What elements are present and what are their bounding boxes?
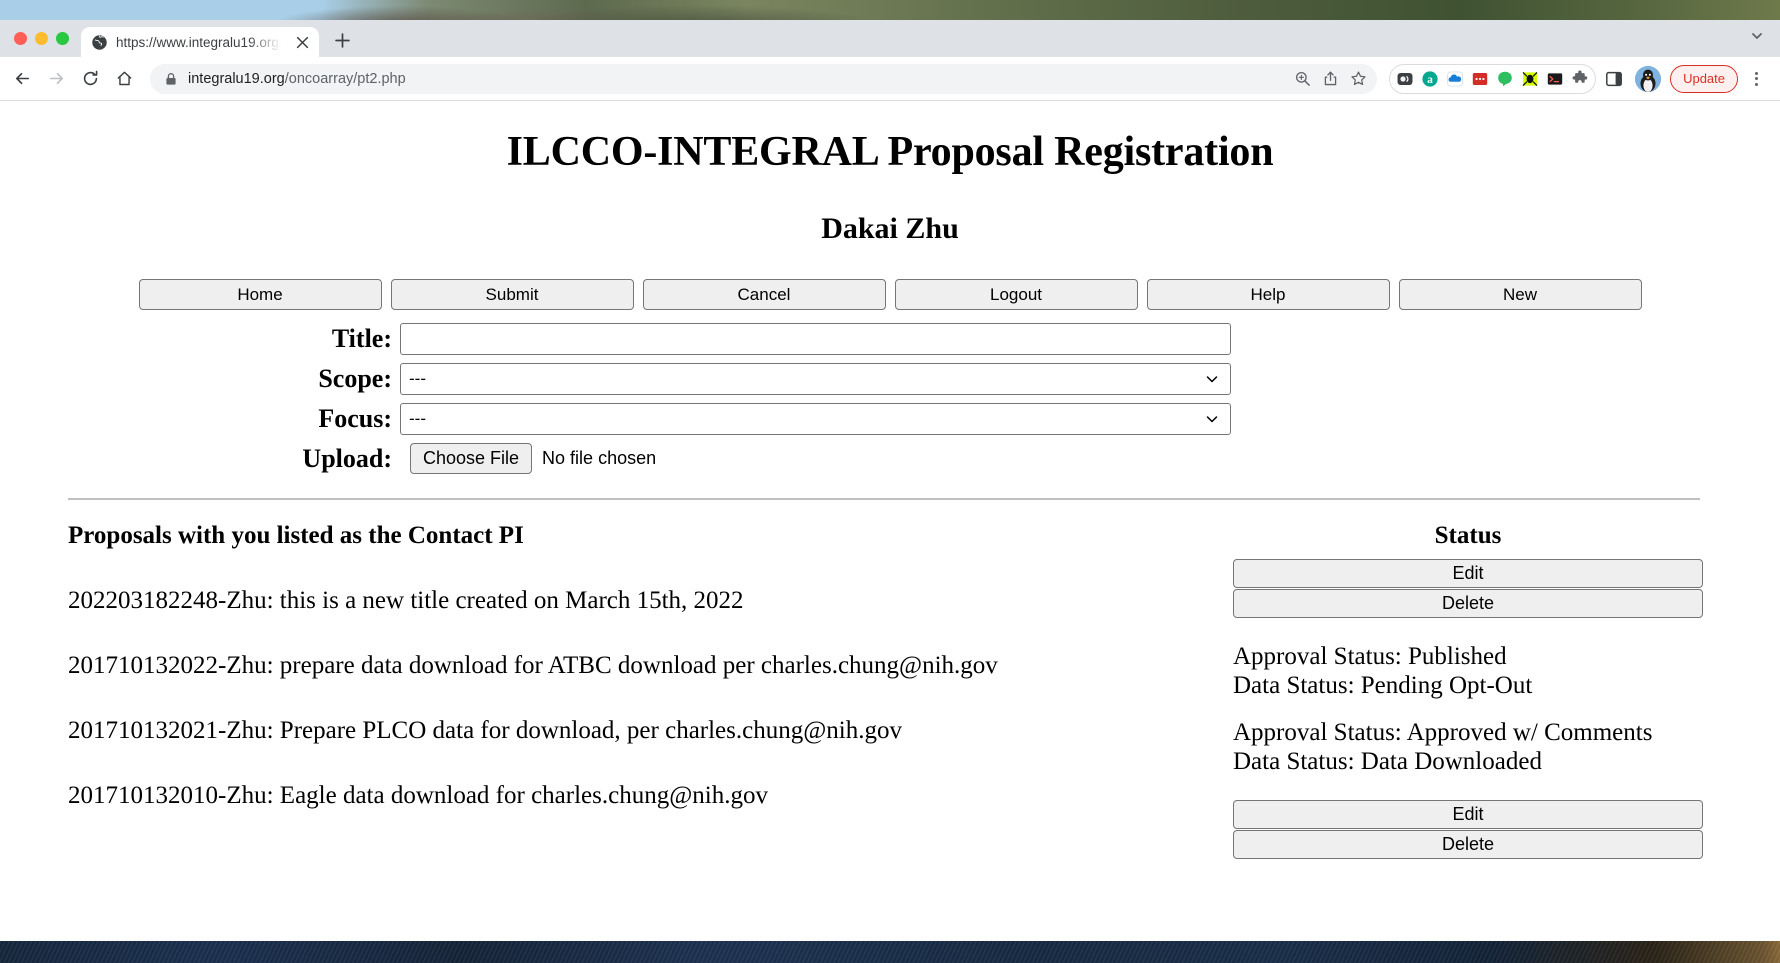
approval-status-text: Approval Status: Approved w/ Comments: [1233, 719, 1653, 746]
upload-row: Upload: Choose File No file chosen: [293, 443, 1780, 474]
user-name: Dakai Zhu: [821, 212, 959, 245]
browser-window: https://www.integralu19.org/on integralu…: [0, 20, 1780, 941]
new-tab-button[interactable]: [327, 25, 357, 55]
window-controls: [10, 20, 81, 57]
cancel-button[interactable]: Cancel: [642, 279, 886, 310]
section-divider: [68, 498, 1700, 500]
minimize-window-button[interactable]: [35, 32, 48, 45]
proposal-form: Title: Scope: --- Focus: --- Upload: Cho…: [0, 323, 1780, 474]
focus-label: Focus:: [318, 404, 392, 433]
list-item[interactable]: 201710132021-Zhu: Prepare PLCO data for …: [68, 717, 1218, 745]
scope-label: Scope:: [318, 364, 392, 393]
focus-select[interactable]: ---: [400, 403, 1231, 435]
lastpass-extension-icon[interactable]: [1468, 67, 1492, 91]
tab-strip-right: [1750, 20, 1772, 57]
profile-avatar[interactable]: [1635, 65, 1662, 92]
list-item[interactable]: 201710132010-Zhu: Eagle data download fo…: [68, 782, 1218, 810]
data-status-text: Data Status: Data Downloaded: [1233, 747, 1542, 775]
browser-tab[interactable]: https://www.integralu19.org/on: [81, 27, 319, 58]
status-entry: Approval Status: Approved w/ Comments Da…: [1233, 719, 1703, 776]
omnibox-actions: [1289, 66, 1371, 92]
approval-status-text: Approval Status: Published: [1233, 643, 1507, 670]
scope-selected-value: ---: [409, 369, 426, 388]
upload-label: Upload:: [302, 443, 392, 473]
focus-selected-value: ---: [409, 409, 426, 428]
chevron-down-icon: [1204, 371, 1220, 387]
home-button[interactable]: Home: [138, 279, 382, 310]
title-input[interactable]: [400, 323, 1231, 355]
proposals-column: Proposals with you listed as the Contact…: [68, 522, 1218, 810]
reload-icon[interactable]: [74, 63, 106, 95]
bookmark-star-icon[interactable]: [1345, 66, 1371, 92]
tab-title: https://www.integralu19.org/on: [116, 35, 286, 50]
back-arrow-icon[interactable]: [6, 63, 38, 95]
status-column-title: Status: [1434, 522, 1502, 549]
chevron-down-icon: [1204, 411, 1220, 427]
url-path: /oncoarray/pt2.php: [284, 70, 406, 87]
list-item[interactable]: 201710132022-Zhu: prepare data download …: [68, 652, 1218, 680]
close-icon[interactable]: [294, 34, 311, 51]
desktop-wallpaper-top: [0, 0, 1780, 20]
chevron-down-icon[interactable]: [1750, 29, 1764, 48]
submit-button[interactable]: Submit: [390, 279, 634, 310]
focus-row: Focus: ---: [293, 403, 1780, 435]
new-button[interactable]: New: [1398, 279, 1642, 310]
puzzle-extensions-icon[interactable]: [1568, 67, 1592, 91]
edit-button[interactable]: Edit: [1233, 800, 1703, 829]
page-title: ILCCO-INTEGRAL Proposal Registration: [506, 129, 1274, 175]
maximize-window-button[interactable]: [56, 32, 69, 45]
tab-strip: https://www.integralu19.org/on: [0, 20, 1780, 58]
help-button[interactable]: Help: [1146, 279, 1390, 310]
zoom-icon[interactable]: [1289, 66, 1315, 92]
forward-arrow-icon[interactable]: [40, 63, 72, 95]
three-dot-menu-icon[interactable]: [1742, 64, 1770, 94]
globe-icon: [91, 34, 108, 51]
choose-file-button[interactable]: Choose File: [410, 443, 533, 474]
status-entry: Edit Delete: [1233, 800, 1703, 859]
delete-button[interactable]: Delete: [1233, 830, 1703, 859]
url-domain: integralu19.org: [188, 70, 285, 87]
title-row: Title:: [293, 323, 1780, 355]
delete-button[interactable]: Delete: [1233, 589, 1703, 618]
proposals-section-title: Proposals with you listed as the Contact…: [68, 522, 524, 549]
logout-button[interactable]: Logout: [894, 279, 1138, 310]
title-label: Title:: [331, 324, 392, 353]
onedrive-extension-icon[interactable]: [1443, 67, 1467, 91]
scope-row: Scope: ---: [293, 363, 1780, 395]
svg-text:a: a: [1427, 73, 1433, 85]
proposals-listing: Proposals with you listed as the Contact…: [0, 522, 1780, 859]
extensions-group: a: [1389, 63, 1597, 94]
cast-extension-icon[interactable]: [1393, 67, 1417, 91]
data-status-text: Data Status: Pending Opt-Out: [1233, 671, 1533, 699]
status-entry: Edit Delete: [1233, 559, 1703, 618]
scope-select[interactable]: ---: [400, 363, 1231, 395]
no-file-chosen-text: No file chosen: [542, 448, 657, 468]
address-bar[interactable]: integralu19.org/oncoarray/pt2.php: [150, 63, 1378, 94]
list-item[interactable]: 202203182248-Zhu: this is a new title cr…: [68, 587, 1218, 615]
status-entry: Approval Status: Published Data Status: …: [1233, 643, 1703, 700]
side-panel-icon[interactable]: [1598, 63, 1630, 95]
evernote-extension-icon[interactable]: [1493, 67, 1517, 91]
update-button[interactable]: Update: [1670, 64, 1738, 93]
nav-button-row: Home Submit Cancel Logout Help New: [0, 279, 1780, 310]
edit-button[interactable]: Edit: [1233, 559, 1703, 588]
desktop-wallpaper-bottom: [0, 941, 1780, 963]
share-icon[interactable]: [1317, 66, 1343, 92]
adblock-extension-icon[interactable]: a: [1418, 67, 1442, 91]
lock-icon: [164, 72, 178, 86]
page-content: ILCCO-INTEGRAL Proposal Registration Dak…: [0, 101, 1780, 941]
home-icon[interactable]: [108, 63, 140, 95]
status-column: Status Edit Delete Approval Status: Publ…: [1233, 522, 1703, 860]
terminal-extension-icon[interactable]: [1543, 67, 1567, 91]
bugmenot-extension-icon[interactable]: [1518, 67, 1542, 91]
url-text: integralu19.org/oncoarray/pt2.php: [188, 71, 1289, 87]
close-window-button[interactable]: [14, 32, 27, 45]
browser-toolbar: integralu19.org/oncoarray/pt2.php a Upda…: [0, 57, 1780, 101]
